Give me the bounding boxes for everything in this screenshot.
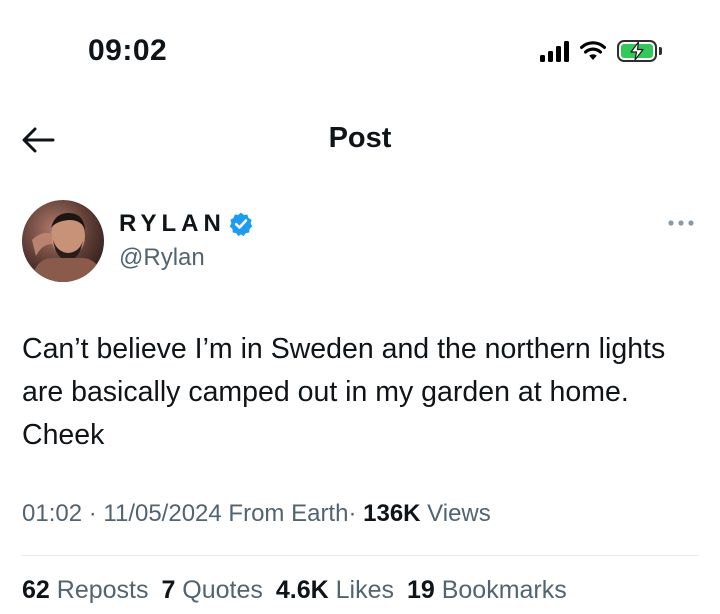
- display-name[interactable]: RYLAN: [119, 210, 226, 238]
- tweet-meta: 01:02 · 11/05/2024 From Earth· 136K View…: [22, 500, 491, 528]
- user-handle[interactable]: @Rylan: [119, 244, 205, 272]
- bookmarks-stat[interactable]: 19 Bookmarks: [407, 576, 567, 604]
- tweet-location: From Earth: [228, 500, 349, 527]
- cellular-signal-icon: [540, 40, 569, 62]
- views-label[interactable]: Views: [427, 500, 491, 527]
- bookmarks-count: 19: [406, 576, 435, 604]
- author-header: RYLAN @Rylan: [22, 200, 702, 290]
- reposts-stat[interactable]: 62 Reposts: [22, 576, 148, 604]
- battery-icon: [617, 40, 662, 62]
- tweet-date[interactable]: 11/05/2024: [103, 500, 221, 527]
- engagement-stats: 62 Reposts 7 Quotes 4.6K Likes 19 Bookma…: [22, 576, 573, 605]
- likes-stat[interactable]: 4.6K Likes: [276, 576, 394, 604]
- divider: [22, 555, 698, 556]
- likes-count: 4.6K: [275, 576, 329, 604]
- quotes-count: 7: [161, 576, 176, 604]
- tweet-text: Can’t believe I’m in Sweden and the nort…: [22, 333, 666, 451]
- name-row: RYLAN: [119, 210, 254, 238]
- charging-bolt-icon: [630, 42, 644, 60]
- views-count[interactable]: 136K: [363, 500, 420, 527]
- wifi-icon: [580, 41, 606, 60]
- reposts-label: Reposts: [56, 576, 149, 604]
- likes-label: Likes: [335, 576, 394, 604]
- status-icons: [540, 40, 662, 62]
- reposts-count: 62: [22, 576, 50, 604]
- status-bar: 09:02: [0, 0, 720, 100]
- bookmarks-label: Bookmarks: [441, 576, 567, 604]
- meta-separator: ·: [348, 500, 357, 527]
- quotes-label: Quotes: [182, 576, 263, 604]
- quotes-stat[interactable]: 7 Quotes: [161, 576, 262, 604]
- meta-separator: ·: [88, 500, 97, 527]
- more-options-icon[interactable]: [666, 216, 696, 230]
- tweet-time[interactable]: 01:02: [22, 500, 82, 527]
- status-time: 09:02: [88, 34, 168, 67]
- verified-badge-icon: [229, 212, 253, 237]
- avatar[interactable]: [22, 200, 104, 282]
- top-nav: Post: [0, 110, 720, 170]
- page-title: Post: [328, 122, 392, 154]
